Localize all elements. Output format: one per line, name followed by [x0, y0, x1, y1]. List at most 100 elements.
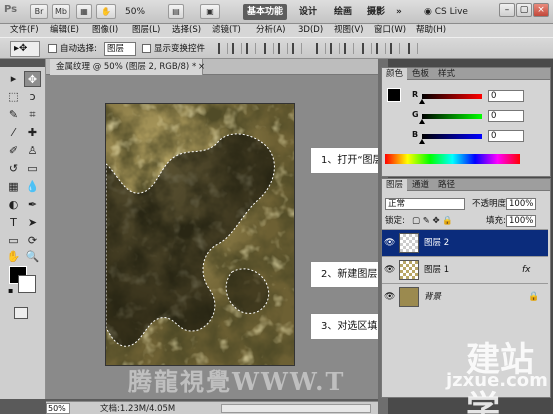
hand-tool-button[interactable]: ✋	[96, 4, 116, 19]
background-color-swatch[interactable]	[18, 275, 36, 293]
hand-tool-icon[interactable]: ✋	[5, 249, 22, 265]
eye-icon[interactable]: 👁	[384, 265, 395, 275]
align-top-icon[interactable]	[218, 43, 228, 54]
screen-mode-button[interactable]: ▣	[200, 4, 220, 19]
horizontal-scrollbar[interactable]	[221, 404, 371, 413]
marquee-tool-icon[interactable]: ⬚	[5, 89, 22, 105]
3d-rotate-tool-icon[interactable]: ⟳	[24, 233, 41, 249]
channel-r-thumb[interactable]	[419, 99, 425, 104]
type-tool-icon[interactable]: T	[5, 215, 22, 231]
layer-row-2[interactable]: 👁 图层 2	[382, 229, 548, 256]
menu-file[interactable]: 文件(F)	[10, 24, 39, 37]
tool-options-icon[interactable]: ▸	[5, 71, 22, 87]
channel-b-thumb[interactable]	[419, 139, 425, 144]
canvas-image[interactable]	[105, 103, 295, 366]
maximize-button[interactable]: ▢	[516, 3, 532, 17]
auto-select-checkbox[interactable]	[48, 44, 57, 53]
tab-layers[interactable]: 图层	[382, 179, 408, 191]
lock-options-icon[interactable]: ▢ ✎ ✥ 🔒	[412, 216, 453, 226]
auto-select-dropdown[interactable]: 图层	[104, 42, 136, 56]
distribute-right-icon[interactable]	[390, 43, 400, 54]
quick-select-tool-icon[interactable]: ✎	[5, 107, 22, 123]
color-spectrum-bar[interactable]	[385, 154, 520, 164]
align-left-icon[interactable]	[264, 43, 274, 54]
menu-view[interactable]: 视图(V)	[334, 24, 363, 37]
channel-g-value[interactable]: 0	[488, 110, 524, 122]
cs-live-button[interactable]: ◉ CS Live	[424, 5, 468, 19]
quick-mask-icon[interactable]	[14, 307, 28, 319]
workspace-photography[interactable]: 摄影	[367, 4, 385, 20]
status-document-size[interactable]: 文档:1.23M/4.05M	[100, 402, 175, 414]
document-close-icon[interactable]: ×	[198, 59, 205, 75]
view-extras-button[interactable]: ▦	[76, 4, 92, 19]
show-transform-checkbox[interactable]	[142, 44, 151, 53]
mini-bridge-button[interactable]: Mb	[52, 4, 70, 19]
close-button[interactable]: ×	[533, 3, 549, 17]
pen-tool-icon[interactable]: ✒	[24, 197, 41, 213]
align-right-icon[interactable]	[292, 43, 302, 54]
healing-brush-tool-icon[interactable]: ✚	[24, 125, 41, 141]
minimize-button[interactable]: –	[499, 3, 515, 17]
eye-icon[interactable]: 👁	[384, 238, 395, 248]
shape-tool-icon[interactable]: ▭	[5, 233, 22, 249]
align-bottom-icon[interactable]	[246, 43, 256, 54]
menu-edit[interactable]: 编辑(E)	[50, 24, 79, 37]
blur-tool-icon[interactable]: 💧	[24, 179, 41, 195]
menu-select[interactable]: 选择(S)	[172, 24, 201, 37]
align-hcenter-icon[interactable]	[278, 43, 288, 54]
status-zoom-field[interactable]: 50%	[46, 403, 70, 414]
zoom-level-select[interactable]: 50%	[125, 5, 161, 19]
channel-r-slider[interactable]	[422, 94, 482, 99]
menu-3d[interactable]: 3D(D)	[298, 24, 323, 37]
distribute-vcenter-icon[interactable]	[330, 43, 340, 54]
menu-help[interactable]: 帮助(H)	[416, 24, 446, 37]
tab-styles[interactable]: 样式	[434, 68, 459, 80]
fill-field[interactable]: 100%	[506, 215, 536, 227]
blend-mode-select[interactable]: 正常	[385, 198, 465, 210]
workspace-painting[interactable]: 绘画	[334, 4, 352, 20]
channel-b-value[interactable]: 0	[488, 130, 524, 142]
menu-filter[interactable]: 滤镜(T)	[212, 24, 241, 37]
distribute-bottom-icon[interactable]	[344, 43, 354, 54]
menu-window[interactable]: 窗口(W)	[374, 24, 406, 37]
dodge-tool-icon[interactable]: ◐	[5, 197, 22, 213]
menu-analysis[interactable]: 分析(A)	[256, 24, 285, 37]
zoom-tool-icon[interactable]: 🔍	[24, 249, 41, 265]
layer-effects-icon[interactable]: fx	[522, 257, 531, 284]
tab-color[interactable]: 颜色	[382, 68, 408, 80]
channel-b-slider[interactable]	[422, 134, 482, 139]
workspace-design[interactable]: 设计	[299, 4, 317, 20]
move-tool-icon[interactable]: ✥	[24, 71, 41, 87]
tools-panel-header[interactable]	[0, 59, 45, 67]
tab-paths[interactable]: 路径	[434, 179, 459, 191]
workspace-essentials[interactable]: 基本功能	[243, 4, 288, 20]
crop-tool-icon[interactable]: ⌗	[24, 107, 41, 123]
history-brush-tool-icon[interactable]: ↺	[5, 161, 22, 177]
auto-align-icon[interactable]	[408, 43, 418, 54]
distribute-left-icon[interactable]	[362, 43, 372, 54]
layer-row-1[interactable]: 👁 图层 1 fx	[382, 256, 548, 283]
lasso-tool-icon[interactable]: ↄ	[24, 89, 41, 105]
menu-image[interactable]: 图像(I)	[92, 24, 118, 37]
tab-channels[interactable]: 通道	[408, 179, 433, 191]
eye-icon[interactable]: 👁	[384, 292, 395, 302]
bridge-button[interactable]: Br	[30, 4, 48, 19]
distribute-hcenter-icon[interactable]	[376, 43, 386, 54]
default-colors-icon[interactable]: ▪	[8, 286, 13, 295]
channel-r-value[interactable]: 0	[488, 90, 524, 102]
clone-stamp-tool-icon[interactable]: ♙	[24, 143, 41, 159]
align-vcenter-icon[interactable]	[232, 43, 242, 54]
arrange-documents-button[interactable]: ▤	[168, 4, 184, 19]
gradient-tool-icon[interactable]: ▦	[5, 179, 22, 195]
opacity-field[interactable]: 100%	[506, 198, 536, 210]
menu-layer[interactable]: 图层(L)	[132, 24, 160, 37]
brush-tool-icon[interactable]: ✐	[5, 143, 22, 159]
panel-foreground-swatch[interactable]	[387, 88, 401, 102]
workspace-more-button[interactable]: »	[396, 4, 402, 20]
channel-g-thumb[interactable]	[419, 119, 425, 124]
layer-row-background[interactable]: 👁 背景 🔒	[382, 283, 548, 310]
eyedropper-tool-icon[interactable]: ⁄	[5, 125, 22, 141]
document-tab[interactable]: 金属纹理 @ 50% (图层 2, RGB/8) *	[50, 59, 204, 75]
distribute-top-icon[interactable]	[316, 43, 326, 54]
tool-preset-picker[interactable]: ▸✥	[10, 41, 40, 57]
